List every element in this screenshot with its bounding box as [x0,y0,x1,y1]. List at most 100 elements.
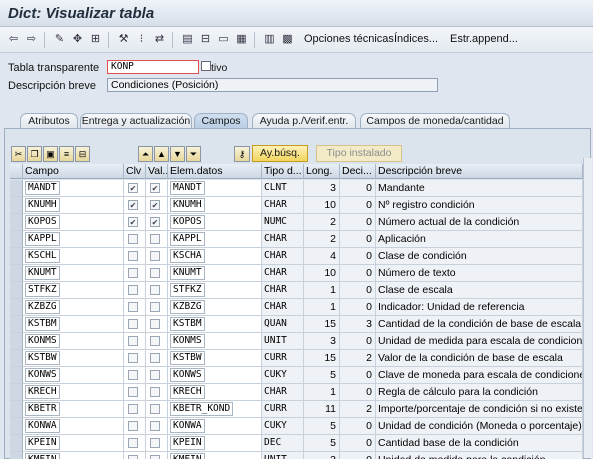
row-selector[interactable] [10,401,23,418]
field-name-cell[interactable]: KZBZG [23,299,124,316]
table-grid-icon[interactable]: ▩ [280,32,295,47]
key-checkbox[interactable] [128,251,138,261]
delete-row-icon[interactable]: ⊟ [75,146,90,162]
tab-input-help[interactable]: Ayuda p./Verif.entr. [252,113,356,129]
row-selector[interactable] [10,333,23,350]
key-icon[interactable]: ⚷ [234,146,250,162]
key-checkbox[interactable] [128,234,138,244]
column-header-length[interactable]: Long. [304,164,340,179]
key-checkbox[interactable] [128,353,138,363]
tab-currency-quantity-fields[interactable]: Campos de moneda/cantidad [360,113,510,129]
data-element-cell[interactable]: KRECH [168,384,262,401]
tab-attributes[interactable]: Atributos [20,113,78,129]
search-help-button[interactable]: Ay.búsq. [252,145,308,162]
initial-values-checkbox[interactable]: ✔ [150,183,160,193]
layout-icon[interactable]: ▥ [262,32,277,47]
initial-values-checkbox[interactable] [150,370,160,380]
initial-values-checkbox[interactable] [150,302,160,312]
row-selector[interactable] [10,367,23,384]
hierarchy-icon[interactable]: ⊞ [88,32,103,47]
tab-fields[interactable]: Campos [194,113,248,129]
toolbar-append-structure[interactable]: Estr.append... [450,33,518,45]
data-element-cell[interactable]: MANDT [168,180,262,197]
data-element-cell[interactable]: KBETR_KOND [168,401,262,418]
initial-values-checkbox[interactable] [150,438,160,448]
row-selector[interactable] [10,180,23,197]
column-header-decimals[interactable]: Deci... [340,164,376,179]
first-page-icon[interactable]: ⏶ [138,146,153,162]
column-header-initial-values[interactable]: Val... [146,164,168,179]
field-name-cell[interactable]: KMEIN [23,452,124,459]
copy-icon[interactable]: ❐ [27,146,42,162]
key-checkbox[interactable] [128,438,138,448]
data-element-cell[interactable]: KNUMT [168,265,262,282]
info-icon[interactable]: ▭ [216,32,231,47]
field-name-cell[interactable]: KPEIN [23,435,124,452]
initial-values-checkbox[interactable] [150,319,160,329]
paste-icon[interactable]: ▣ [43,146,58,162]
row-selector[interactable] [10,265,23,282]
row-selector[interactable] [10,350,23,367]
data-element-cell[interactable]: KNUMH [168,197,262,214]
key-checkbox[interactable] [128,387,138,397]
field-name-cell[interactable]: KONMS [23,333,124,350]
initial-values-checkbox[interactable] [150,404,160,414]
row-selector[interactable] [10,282,23,299]
initial-values-checkbox[interactable] [150,455,160,459]
initial-values-checkbox[interactable] [150,387,160,397]
row-selector[interactable] [10,299,23,316]
field-name-cell[interactable]: STFKZ [23,282,124,299]
key-checkbox[interactable] [128,302,138,312]
row-selector[interactable] [10,248,23,265]
key-checkbox[interactable] [128,370,138,380]
column-header-short-description[interactable]: Descripción breve [376,164,583,179]
key-checkbox[interactable]: ✔ [128,200,138,210]
toolbar-indexes[interactable]: Índices... [394,33,438,45]
initial-values-checkbox[interactable]: ✔ [150,200,160,210]
field-name-cell[interactable]: KRECH [23,384,124,401]
field-name-cell[interactable]: KBETR [23,401,124,418]
data-element-cell[interactable]: KZBZG [168,299,262,316]
data-element-cell[interactable]: KONWA [168,418,262,435]
row-selector[interactable] [10,418,23,435]
field-name-cell[interactable]: MANDT [23,180,124,197]
key-checkbox[interactable] [128,421,138,431]
column-header-field[interactable]: Campo [23,164,124,179]
activate-icon[interactable]: ⚒ [116,32,131,47]
where-used-icon[interactable]: ⁝ [134,32,149,47]
initial-values-checkbox[interactable] [150,421,160,431]
navigation-icon[interactable]: ⇄ [152,32,167,47]
initial-values-checkbox[interactable] [150,251,160,261]
row-selector[interactable] [10,197,23,214]
tab-delivery-maintenance[interactable]: Entrega y actualización [80,113,192,129]
row-selector[interactable] [10,316,23,333]
key-checkbox[interactable] [128,336,138,346]
column-header-data-type[interactable]: Tipo d... [262,164,304,179]
forward-arrow-icon[interactable]: ⇨ [24,32,39,47]
toolbar-technical-settings[interactable]: Opciones técnicas [304,33,394,45]
field-name-cell[interactable]: KOPOS [23,214,124,231]
initial-values-checkbox[interactable]: ✔ [150,217,160,227]
insert-row-icon[interactable]: ≡ [59,146,74,162]
initial-values-checkbox[interactable] [150,234,160,244]
next-page-icon[interactable]: ▼ [170,146,185,162]
back-arrow-icon[interactable]: ⇦ [6,32,21,47]
key-checkbox[interactable] [128,285,138,295]
data-element-cell[interactable]: KPEIN [168,435,262,452]
data-element-cell[interactable]: KAPPL [168,231,262,248]
data-element-cell[interactable]: KSTBW [168,350,262,367]
tree-icon[interactable]: ⊟ [198,32,213,47]
key-checkbox[interactable] [128,268,138,278]
data-element-cell[interactable]: KONMS [168,333,262,350]
display-object-list-icon[interactable]: ▤ [180,32,195,47]
initial-values-checkbox[interactable] [150,285,160,295]
data-element-cell[interactable]: KOPOS [168,214,262,231]
key-checkbox[interactable]: ✔ [128,217,138,227]
field-name-cell[interactable]: KAPPL [23,231,124,248]
last-page-icon[interactable]: ⏷ [186,146,201,162]
row-selector[interactable] [10,435,23,452]
field-name-cell[interactable]: KNUMT [23,265,124,282]
row-selector[interactable] [10,214,23,231]
row-selector[interactable] [10,384,23,401]
field-name-cell[interactable]: KNUMH [23,197,124,214]
